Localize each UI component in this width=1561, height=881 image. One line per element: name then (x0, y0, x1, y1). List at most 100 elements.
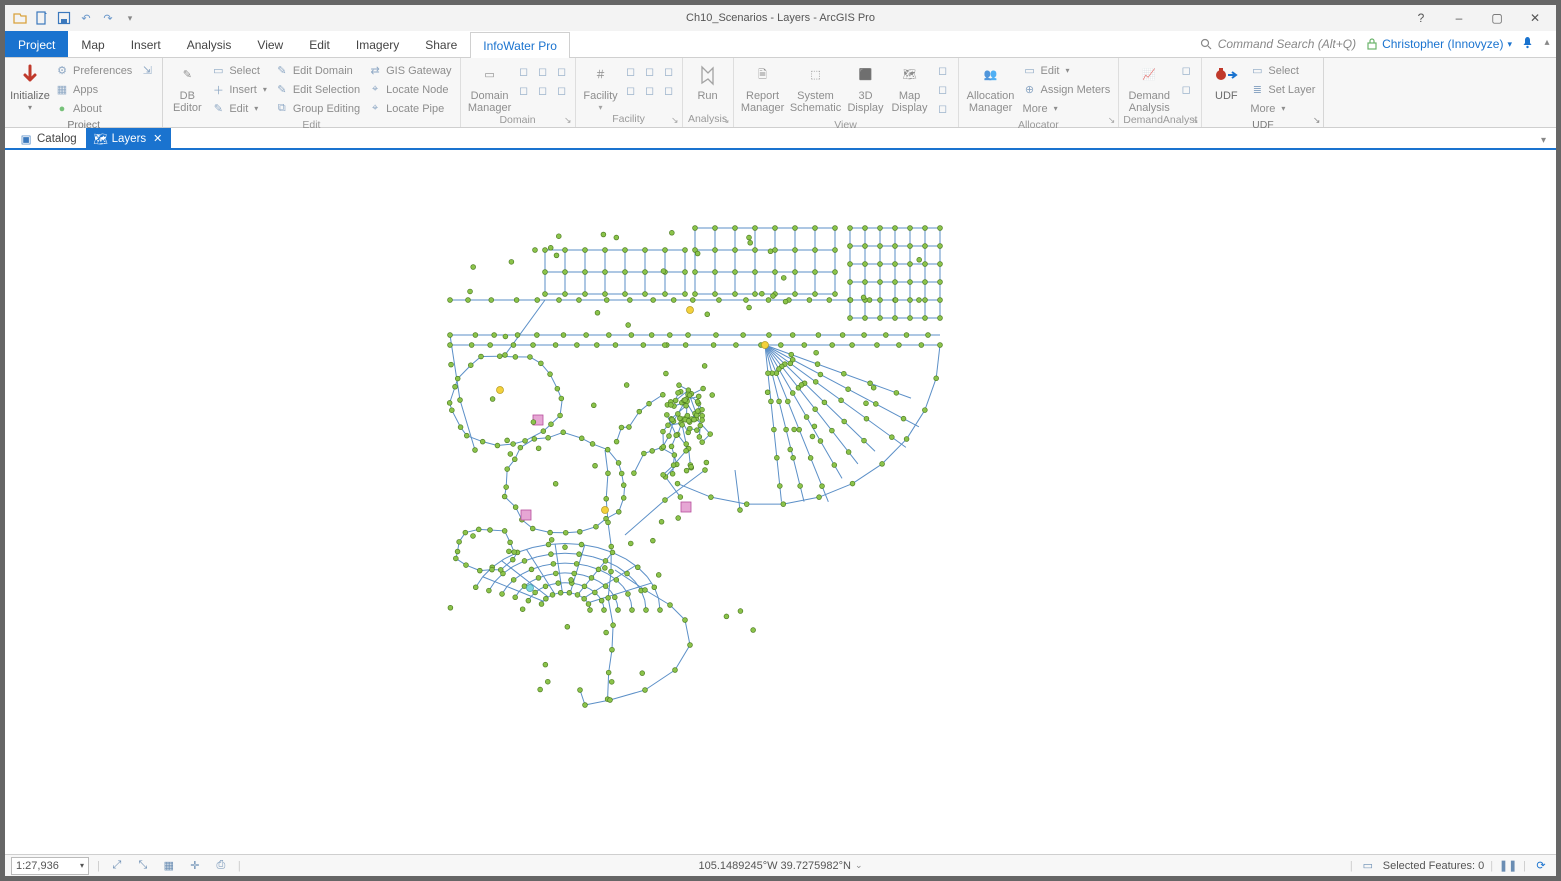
3d-display-button[interactable]: ⬛3D Display (844, 60, 888, 114)
demand-analysis-button[interactable]: 📈Demand Analysis (1123, 60, 1175, 114)
map-display-button[interactable]: 🗺Map Display (888, 60, 932, 114)
domain-tool-6[interactable]: ◻ (553, 81, 571, 99)
minimize-button[interactable]: – (1442, 7, 1476, 29)
facility-button[interactable]: ＃ Facility ▾ (580, 60, 622, 113)
demand-tool-2[interactable]: ◻ (1177, 81, 1195, 98)
map-view[interactable] (5, 150, 1556, 854)
facility-tools: ◻ ◻ ◻ ◻ ◻ ◻ (622, 60, 678, 99)
qat-customize-icon[interactable]: ▾ (121, 9, 139, 27)
tab-insert[interactable]: Insert (118, 31, 174, 57)
facility-launcher-icon[interactable]: ↘ (671, 115, 679, 126)
tab-imagery[interactable]: Imagery (343, 31, 412, 57)
locate-node-button[interactable]: ⌖Locate Node (366, 81, 453, 98)
alloc-edit-button[interactable]: ▭Edit▾ (1021, 62, 1113, 79)
system-schematic-button[interactable]: ⬚System Schematic (788, 60, 844, 114)
group-editing-button[interactable]: ⧉Group Editing (273, 100, 362, 117)
save-icon[interactable] (55, 9, 73, 27)
status-tool-3[interactable]: ▦ (160, 857, 178, 875)
domain-manager-button[interactable]: ▭ Domain Manager (465, 60, 515, 114)
demand-tool-1[interactable]: ◻ (1177, 62, 1195, 79)
view-tool-1[interactable]: ◻ (934, 62, 952, 79)
initialize-button[interactable]: Initialize ▾ (9, 60, 51, 113)
new-icon[interactable] (33, 9, 51, 27)
domain-tool-3[interactable]: ◻ (553, 62, 571, 80)
tab-share[interactable]: Share (412, 31, 470, 57)
edit-domain-button[interactable]: ✎Edit Domain (273, 62, 362, 79)
udf-set-layer-button[interactable]: ≣Set Layer (1248, 81, 1317, 98)
tab-view[interactable]: View (244, 31, 296, 57)
alloc-more-button[interactable]: More▾ (1021, 100, 1113, 117)
catalog-tab-label: Catalog (37, 133, 77, 145)
domain-tool-1[interactable]: ◻ (515, 62, 533, 80)
udf-more-button[interactable]: More▾ (1248, 100, 1317, 117)
domain-tool-5[interactable]: ◻ (534, 81, 552, 99)
domain-tool-4[interactable]: ◻ (515, 81, 533, 99)
run-button[interactable]: Run (687, 60, 729, 102)
status-tool-4[interactable]: ✛ (186, 857, 204, 875)
tab-analysis[interactable]: Analysis (174, 31, 245, 57)
facility-tool-3[interactable]: ◻ (660, 62, 678, 80)
edit-selection-button[interactable]: ✎Edit Selection (273, 81, 362, 98)
domain-launcher-icon[interactable]: ↘ (564, 115, 572, 126)
allocator-launcher-icon[interactable]: ↘ (1108, 115, 1116, 126)
project-extra-icon[interactable]: ⇲ (138, 62, 156, 79)
view-tool-3[interactable]: ◻ (934, 100, 952, 117)
undo-icon[interactable]: ↶ (77, 9, 95, 27)
tab-project[interactable]: Project (5, 31, 68, 57)
close-button[interactable]: ✕ (1518, 7, 1552, 29)
domain-tool-2[interactable]: ◻ (534, 62, 552, 80)
preferences-button[interactable]: ⚙Preferences (53, 62, 134, 79)
help-button[interactable]: ? (1404, 7, 1438, 29)
view-tool-2[interactable]: ◻ (934, 81, 952, 98)
edit-dropdown-button[interactable]: ✎Edit▾ (209, 100, 269, 117)
status-tool-5[interactable]: ⎙ (212, 857, 230, 875)
about-button[interactable]: ●About (53, 100, 134, 117)
locate-pipe-label: Locate Pipe (386, 103, 444, 115)
apps-button[interactable]: ▦Apps (53, 81, 134, 98)
apps-label: Apps (73, 84, 98, 96)
facility-tool-6[interactable]: ◻ (660, 81, 678, 99)
db-editor-button[interactable]: ✎ DB Editor (167, 60, 207, 114)
udf-button[interactable]: UDF (1206, 60, 1246, 102)
viewtabs-overflow-icon[interactable]: ▾ (1537, 133, 1550, 148)
udf-select-button[interactable]: ▭Select (1248, 62, 1317, 79)
view-tab-layers[interactable]: 🗺 Layers ✕ (86, 128, 172, 148)
selection-icon[interactable]: ▭ (1359, 857, 1377, 875)
analysis-launcher-icon[interactable]: ↘ (722, 115, 730, 126)
tab-map[interactable]: Map (68, 31, 117, 57)
group-demandanalyst: 📈Demand Analysis ◻◻ DemandAnalyst ↘ (1119, 58, 1202, 127)
facility-tool-2[interactable]: ◻ (641, 62, 659, 80)
maximize-button[interactable]: ▢ (1480, 7, 1514, 29)
demand-launcher-icon[interactable]: ↘ (1191, 115, 1199, 126)
select-button[interactable]: ▭Select (209, 62, 269, 79)
facility-tool-4[interactable]: ◻ (622, 81, 640, 99)
open-icon[interactable] (11, 9, 29, 27)
redo-icon[interactable]: ↷ (99, 9, 117, 27)
facility-tool-1[interactable]: ◻ (622, 62, 640, 80)
notifications-icon[interactable] (1518, 31, 1536, 53)
status-tool-1[interactable]: ⤢ (108, 857, 126, 875)
command-search[interactable]: Command Search (Alt+Q) (1200, 31, 1356, 57)
allocation-manager-button[interactable]: 👥Allocation Manager (963, 60, 1019, 114)
facility-tool-5[interactable]: ◻ (641, 81, 659, 99)
system-schematic-label: System Schematic (790, 90, 841, 114)
report-manager-button[interactable]: 🗎Report Manager (738, 60, 788, 114)
udf-launcher-icon[interactable]: ↘ (1313, 115, 1321, 126)
status-coords[interactable]: 105.1489245°W 39.7275982°N ⌄ (698, 860, 862, 872)
status-tool-2[interactable]: ⤡ (134, 857, 152, 875)
refresh-icon[interactable]: ⟳ (1532, 857, 1550, 875)
search-placeholder: Command Search (Alt+Q) (1218, 37, 1356, 51)
collapse-ribbon-icon[interactable]: ▴ (1540, 31, 1554, 53)
gis-gateway-button[interactable]: ⇄GIS Gateway (366, 62, 453, 79)
scale-input[interactable]: 1:27,936▾ (11, 857, 89, 875)
pause-drawing-icon[interactable]: ❚❚ (1499, 857, 1517, 875)
assign-meters-button[interactable]: ⊕Assign Meters (1021, 81, 1113, 98)
view-tab-catalog[interactable]: ▣ Catalog (11, 128, 86, 148)
insert-button[interactable]: ＋Insert▾ (209, 81, 269, 98)
tab-infowater-pro[interactable]: InfoWater Pro (470, 32, 570, 58)
tab-edit[interactable]: Edit (296, 31, 343, 57)
user-menu[interactable]: Christopher (Innovyze) ▾ (1366, 31, 1512, 57)
coords-dropdown-icon[interactable]: ⌄ (855, 860, 863, 871)
close-tab-icon[interactable]: ✕ (153, 132, 162, 145)
locate-pipe-button[interactable]: ⌖Locate Pipe (366, 100, 453, 117)
